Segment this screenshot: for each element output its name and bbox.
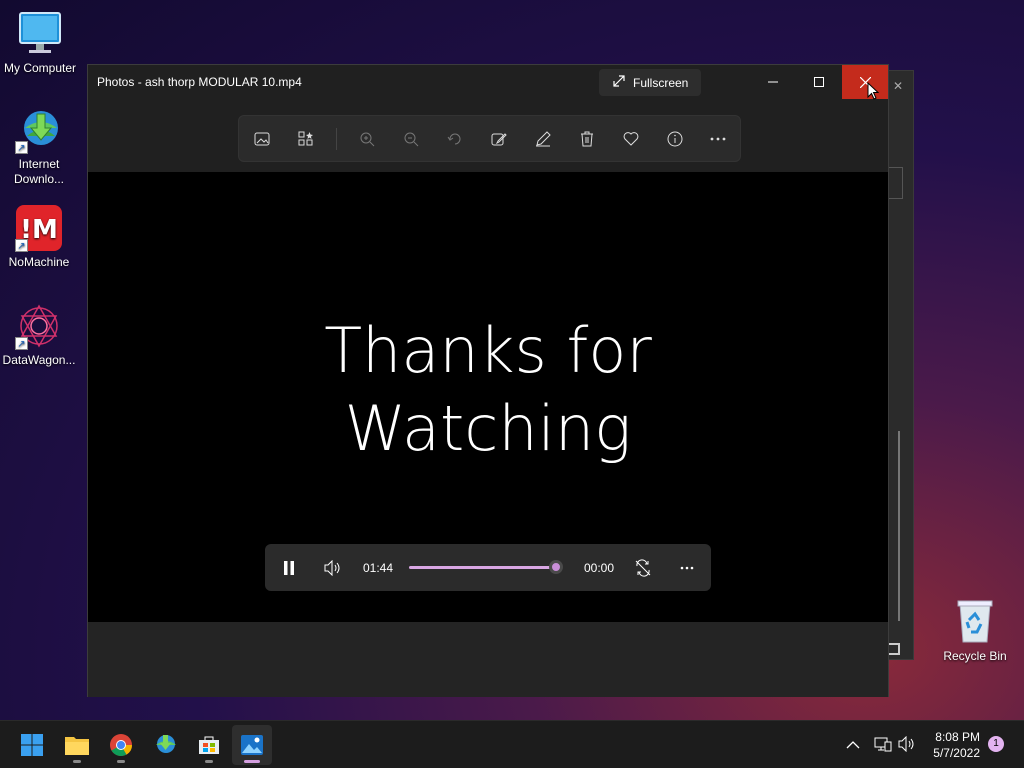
fullscreen-button[interactable]: Fullscreen [599, 69, 701, 96]
edit-image-icon[interactable] [488, 128, 510, 150]
seek-thumb[interactable] [549, 560, 563, 574]
gallery-icon[interactable] [251, 128, 273, 150]
photos-icon [241, 735, 263, 755]
pause-button[interactable] [277, 556, 301, 580]
shortcut-arrow-icon: ↗ [15, 337, 28, 350]
info-icon[interactable] [664, 128, 686, 150]
background-close-icon[interactable]: ✕ [893, 79, 903, 93]
taskbar-store[interactable] [189, 725, 229, 765]
background-scrollbar[interactable] [898, 431, 900, 621]
close-button[interactable] [842, 65, 888, 99]
delete-icon[interactable] [576, 128, 598, 150]
network-icon[interactable] [874, 736, 892, 757]
notification-badge[interactable]: 1 [988, 736, 1004, 752]
filmstrip-area [88, 622, 888, 697]
clock-time[interactable]: 8:08 PM [922, 730, 980, 744]
pause-icon [284, 561, 294, 575]
video-frame-text: Thanks for Watching [324, 314, 652, 465]
desktop-icon-my-computer[interactable]: My Computer [0, 10, 80, 76]
desktop-icon-datawagon[interactable]: ↗ DataWagon... [0, 302, 79, 368]
player-more-button[interactable] [675, 556, 699, 580]
datawagon-icon: ↗ [15, 302, 63, 350]
zoom-out-icon[interactable] [400, 128, 422, 150]
rotate-icon[interactable] [444, 128, 466, 150]
store-icon [199, 736, 219, 754]
desktop-icon-internet-download-manager[interactable]: ↗ Internet Downlo... [0, 106, 79, 187]
nomachine-icon: !M ↗ [15, 204, 63, 252]
idm-icon [156, 735, 176, 753]
running-indicator [205, 760, 213, 763]
speaker-icon[interactable] [898, 735, 916, 757]
title-bar[interactable]: Photos - ash thorp MODULAR 10.mp4 Fullsc… [88, 65, 888, 99]
desktop-icon-label: DataWagon... [2, 353, 76, 367]
maximize-icon [814, 77, 824, 87]
mouse-cursor-icon [867, 81, 880, 105]
taskbar-file-explorer[interactable] [57, 725, 97, 765]
taskbar-idm[interactable] [145, 725, 185, 765]
minimize-button[interactable] [750, 65, 796, 99]
running-indicator [73, 760, 81, 763]
volume-icon [324, 560, 340, 576]
clock-date[interactable]: 5/7/2022 [922, 746, 980, 760]
image-toolbar [238, 115, 741, 162]
more-icon [680, 566, 694, 570]
repeat-button[interactable] [631, 556, 655, 580]
desktop-icon-label: My Computer [3, 61, 77, 75]
show-hidden-icons-chevron-up-icon[interactable] [846, 737, 860, 755]
chrome-icon [110, 734, 132, 756]
filmstrip-icon[interactable] [295, 128, 317, 150]
desktop-icon-label: Internet Downlo... [13, 157, 65, 186]
desktop-icon-label: NoMachine [8, 255, 70, 269]
taskbar: 8:08 PM 5/7/2022 [0, 720, 1024, 768]
photos-window[interactable]: Photos - ash thorp MODULAR 10.mp4 Fullsc… [87, 64, 889, 697]
toolbar-separator [336, 128, 337, 150]
seek-bar[interactable] [409, 566, 556, 569]
taskbar-chrome[interactable] [101, 725, 141, 765]
repeat-off-icon [635, 559, 651, 577]
expand-icon [613, 75, 625, 90]
recycle-bin-icon [951, 598, 999, 646]
desktop-icon-nomachine[interactable]: !M ↗ NoMachine [0, 204, 79, 270]
desktop-icon-recycle-bin[interactable]: Recycle Bin [935, 598, 1015, 664]
active-indicator [244, 760, 260, 763]
video-area[interactable]: Thanks for Watching 01:44 00:00 [88, 172, 888, 622]
fullscreen-label: Fullscreen [633, 75, 689, 90]
idm-icon: ↗ [15, 106, 63, 154]
shortcut-arrow-icon: ↗ [15, 141, 28, 154]
maximize-button[interactable] [796, 65, 842, 99]
shortcut-arrow-icon: ↗ [15, 239, 28, 252]
running-indicator [117, 760, 125, 763]
desktop-icon-label: Recycle Bin [943, 649, 1007, 663]
monitor-icon [16, 10, 64, 58]
taskbar-photos[interactable] [232, 725, 272, 765]
favorite-icon[interactable] [620, 128, 642, 150]
minimize-icon [768, 81, 778, 83]
more-icon[interactable] [707, 128, 729, 150]
volume-button[interactable] [321, 556, 345, 580]
file-explorer-icon [65, 737, 89, 755]
zoom-in-icon[interactable] [356, 128, 378, 150]
window-title: Photos - ash thorp MODULAR 10.mp4 [97, 75, 302, 89]
windows-start-icon [21, 734, 43, 756]
playback-controls: 01:44 00:00 [265, 544, 711, 591]
remaining-time: 00:00 [584, 561, 615, 575]
start-button[interactable] [12, 725, 52, 765]
elapsed-time: 01:44 [363, 561, 394, 575]
draw-icon[interactable] [532, 128, 554, 150]
